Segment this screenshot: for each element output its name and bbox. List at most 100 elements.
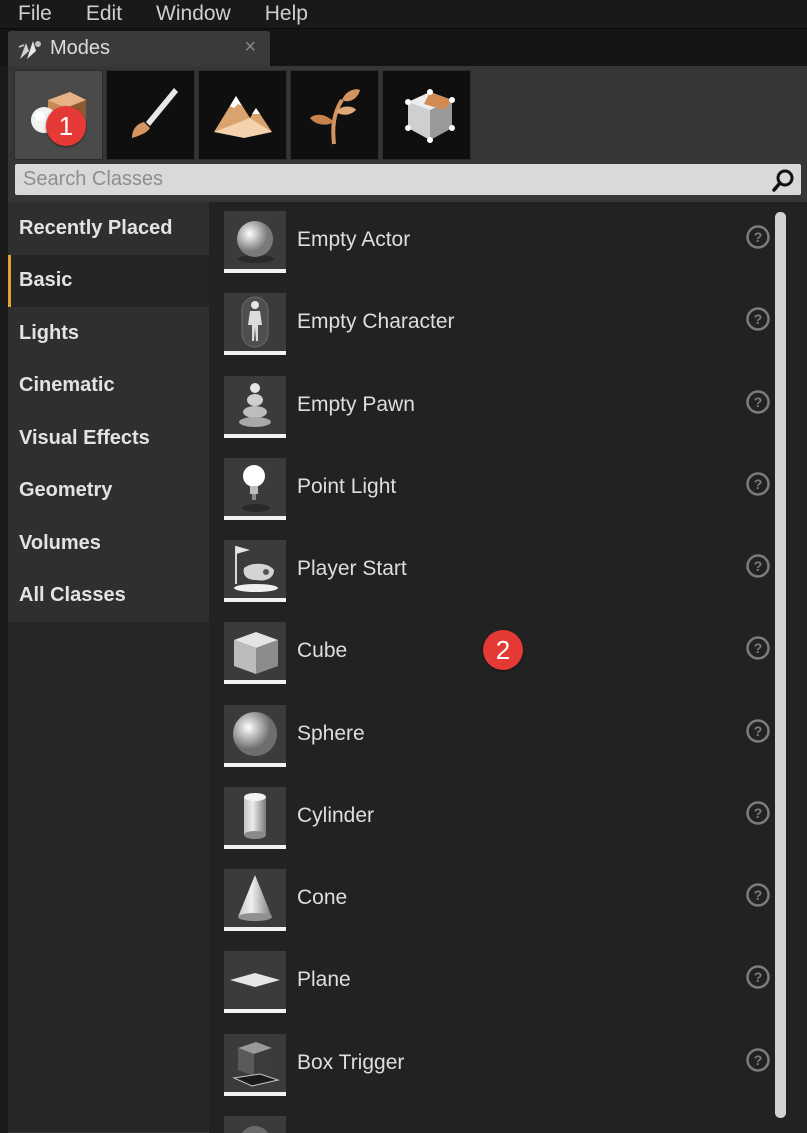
landscape-mode-button[interactable] — [198, 70, 287, 160]
menu-edit[interactable]: Edit — [69, 2, 139, 26]
category-list: Recently Placed Basic Lights Cinematic V… — [8, 202, 209, 1133]
tab-label: Modes — [50, 37, 111, 59]
list-item[interactable]: Plane ? — [209, 942, 774, 1024]
menu-bar: File Edit Window Help — [0, 0, 807, 29]
svg-text:?: ? — [754, 558, 763, 574]
item-label: Cylinder — [297, 804, 375, 827]
list-item[interactable]: Box Trigger ? — [209, 1025, 774, 1107]
help-icon[interactable]: ? — [745, 964, 771, 990]
item-thumbnail — [224, 705, 286, 767]
empty-character-icon — [241, 296, 269, 348]
paint-mode-icon — [131, 88, 178, 138]
geometry-mode-button[interactable] — [382, 70, 471, 160]
player-start-icon — [234, 546, 278, 592]
item-thumbnail — [224, 1034, 286, 1096]
category-geometry[interactable]: Geometry — [8, 464, 209, 517]
svg-text:?: ? — [754, 723, 763, 739]
svg-text:?: ? — [754, 476, 763, 492]
item-label: Player Start — [297, 557, 407, 580]
scrollbar[interactable] — [775, 212, 786, 1118]
item-thumbnail — [224, 376, 286, 438]
menu-help[interactable]: Help — [248, 2, 325, 26]
help-icon[interactable]: ? — [745, 1047, 771, 1073]
foliage-mode-button[interactable] — [290, 70, 379, 160]
empty-actor-icon — [237, 221, 274, 263]
search-input[interactable] — [15, 167, 765, 192]
svg-text:?: ? — [754, 229, 763, 245]
item-thumbnail — [224, 540, 286, 602]
help-icon[interactable]: ? — [745, 800, 771, 826]
item-thumbnail — [224, 622, 286, 684]
close-icon[interactable]: × — [244, 36, 256, 59]
item-label: Point Light — [297, 475, 397, 498]
svg-text:?: ? — [754, 311, 763, 327]
item-label: Plane — [297, 968, 351, 991]
item-thumbnail — [224, 787, 286, 849]
item-label: Cube — [297, 639, 348, 662]
foliage-mode-icon — [309, 89, 360, 145]
category-basic[interactable]: Basic — [8, 254, 209, 307]
sphere-icon — [233, 712, 277, 756]
list-item[interactable]: Empty Character ? — [209, 284, 774, 366]
help-icon[interactable]: ? — [745, 635, 771, 661]
item-label: Sphere — [297, 722, 365, 745]
search-box — [15, 164, 801, 195]
geometry-mode-icon — [404, 89, 455, 143]
list-item[interactable]: Cylinder ? — [209, 778, 774, 860]
svg-text:?: ? — [754, 1052, 763, 1068]
help-icon[interactable]: ? — [745, 471, 771, 497]
list-item[interactable]: Empty Pawn ? — [209, 367, 774, 449]
item-label: Empty Pawn — [297, 393, 415, 416]
help-icon[interactable]: ? — [745, 882, 771, 908]
item-label: Empty Actor — [297, 228, 411, 251]
item-thumbnail — [224, 293, 286, 355]
item-thumbnail — [224, 211, 286, 273]
callout-badge-2: 2 — [483, 630, 523, 670]
category-volumes[interactable]: Volumes — [8, 517, 209, 570]
svg-text:?: ? — [754, 394, 763, 410]
category-visual-effects[interactable]: Visual Effects — [8, 412, 209, 465]
point-light-icon — [242, 465, 270, 512]
item-label: Cone — [297, 886, 348, 909]
item-label: Empty Character — [297, 310, 455, 333]
help-icon[interactable]: ? — [745, 718, 771, 744]
item-thumbnail — [224, 951, 286, 1013]
box-trigger-icon — [232, 1042, 280, 1087]
help-icon[interactable]: ? — [745, 553, 771, 579]
svg-text:?: ? — [754, 640, 763, 656]
callout-badge-1: 1 — [46, 106, 86, 146]
svg-text:?: ? — [754, 805, 763, 821]
help-icon[interactable]: ? — [745, 224, 771, 250]
class-item-list: Empty Actor ? Empty Character ? Empty Pa… — [209, 202, 807, 1133]
list-item[interactable]: Sphere ? — [209, 696, 774, 778]
list-item[interactable]: Cone ? — [209, 860, 774, 942]
cone-icon — [238, 875, 272, 921]
menu-file[interactable]: File — [0, 2, 69, 26]
list-item[interactable]: Point Light ? — [209, 449, 774, 531]
category-all-classes[interactable]: All Classes — [8, 569, 209, 622]
help-icon[interactable]: ? — [745, 306, 771, 332]
svg-text:?: ? — [754, 969, 763, 985]
category-empty-area — [8, 622, 209, 1132]
help-icon[interactable]: ? — [745, 389, 771, 415]
empty-pawn-icon — [239, 383, 271, 427]
tab-strip: Modes × — [0, 29, 807, 66]
sphere-trigger-icon — [241, 1126, 269, 1133]
menu-window[interactable]: Window — [139, 2, 248, 26]
tab-modes[interactable]: Modes × — [8, 31, 270, 66]
paint-mode-button[interactable] — [106, 70, 195, 160]
modes-panel: 1 Recently Placed Basic Lights Cinematic… — [8, 66, 807, 1133]
list-item[interactable] — [209, 1107, 774, 1133]
svg-text:?: ? — [754, 887, 763, 903]
category-cinematic[interactable]: Cinematic — [8, 359, 209, 412]
list-item[interactable]: Player Start ? — [209, 531, 774, 613]
category-lights[interactable]: Lights — [8, 307, 209, 360]
search-icon[interactable] — [771, 167, 797, 193]
modes-icon — [18, 40, 41, 59]
item-thumbnail — [224, 458, 286, 520]
item-thumbnail — [224, 869, 286, 931]
category-recently-placed[interactable]: Recently Placed — [8, 202, 209, 255]
cube-icon — [234, 632, 278, 674]
list-item[interactable]: Empty Actor ? — [209, 202, 774, 284]
landscape-mode-icon — [213, 96, 272, 138]
